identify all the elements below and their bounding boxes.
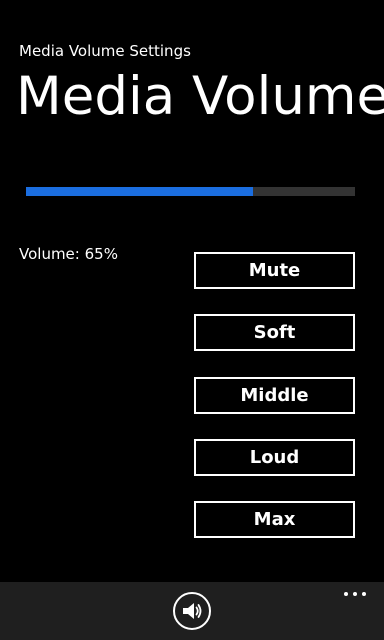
speaker-volume-icon: [183, 603, 202, 619]
ellipsis-dot: [353, 592, 357, 596]
max-button[interactable]: Max: [194, 501, 355, 538]
ellipsis-icon[interactable]: [344, 588, 366, 600]
volume-label: Volume: 65%: [19, 245, 118, 263]
ellipsis-dot: [344, 592, 348, 596]
middle-button[interactable]: Middle: [194, 377, 355, 414]
app-bar: [0, 582, 384, 640]
page: Media Volume Settings Media Volume Volum…: [0, 0, 384, 640]
loud-button[interactable]: Loud: [194, 439, 355, 476]
soft-button[interactable]: Soft: [194, 314, 355, 351]
mute-button[interactable]: Mute: [194, 252, 355, 289]
page-title: Media Volume: [16, 66, 384, 127]
volume-progress-fill: [26, 187, 253, 196]
ellipsis-dot: [362, 592, 366, 596]
speaker-button[interactable]: [173, 592, 211, 630]
volume-progress-bar: [26, 187, 355, 196]
app-title: Media Volume Settings: [19, 42, 191, 60]
